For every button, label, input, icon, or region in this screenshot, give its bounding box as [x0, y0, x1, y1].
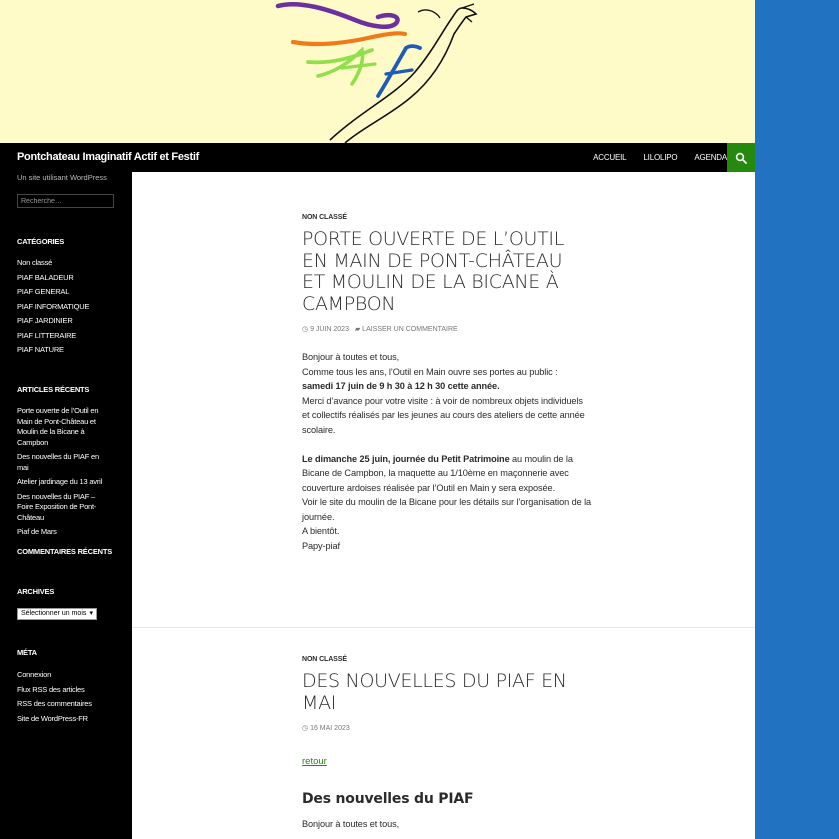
back-link[interactable]: retour — [302, 756, 327, 767]
post-paragraph: Bonjour à toutes et tous, — [302, 819, 400, 829]
recent-post-link[interactable]: Des nouvelles du PIAF en mai — [17, 452, 109, 473]
category-link[interactable]: PIAF NATURE — [17, 345, 117, 356]
recent-comments-widget-title: Commentaires récents — [17, 547, 113, 556]
recent-posts-list: Porte ouverte de l’Outil en Main de Pont… — [17, 406, 109, 542]
nav-accueil[interactable]: Accueil — [593, 153, 626, 162]
clock-icon: ◷ — [302, 725, 309, 732]
top-navigation-bar: Pontchateau Imaginatif Actif et Festif A… — [0, 143, 755, 172]
category-link[interactable]: PIAF BALADEUR — [17, 273, 117, 284]
search-icon — [735, 152, 747, 164]
recent-post-link[interactable]: Porte ouverte de l’Outil en Main de Pont… — [17, 406, 109, 448]
post-category-link[interactable]: Non classé — [302, 214, 592, 221]
category-link[interactable]: PIAF GENERAL — [17, 287, 117, 298]
post-signature: Papy-piaf — [302, 540, 340, 551]
post-article: Non classé Porte ouverte de l’Outil en M… — [302, 214, 592, 553]
post-subheading: Des nouvelles du PIAF — [302, 791, 474, 807]
meta-link[interactable]: RSS des commentaires — [17, 699, 117, 710]
clock-icon: ◷ — [302, 326, 309, 333]
post-date-link[interactable]: 9 juin 2023 — [310, 326, 349, 333]
main-menu: Accueil Lilolipo Agenda — [576, 143, 727, 172]
header-banner[interactable] — [0, 0, 755, 143]
site-container: Pontchateau Imaginatif Actif et Festif A… — [0, 0, 755, 839]
meta-link[interactable]: Flux RSS des articles — [17, 685, 117, 696]
category-link[interactable]: PIAF LITTERAIRE — [17, 331, 117, 342]
post-meta: ◷ 9 juin 2023 ▰ Laisser un commentaire — [302, 325, 592, 333]
post-category-link[interactable]: Non classé — [302, 656, 592, 663]
post-paragraph: Comme tous les ans, l’Outil en Main ouvr… — [302, 366, 558, 377]
categories-list: Non classé PIAF BALADEUR PIAF GENERAL PI… — [17, 258, 117, 360]
post-date-link[interactable]: 16 mai 2023 — [310, 725, 350, 732]
recent-post-link[interactable]: Atelier jardinage du 13 avril — [17, 477, 109, 488]
post-divider — [132, 627, 755, 628]
post-meta: ◷ 16 mai 2023 — [302, 724, 592, 732]
nav-agenda[interactable]: Agenda — [694, 153, 727, 162]
post-paragraph-bold: samedi 17 juin de 9 h 30 à 12 h 30 cette… — [302, 381, 500, 391]
leave-comment-link[interactable]: Laisser un commentaire — [362, 326, 458, 333]
recent-post-link[interactable]: Piaf de Mars — [17, 527, 109, 538]
post-paragraph: Bonjour à toutes et tous, — [302, 352, 400, 362]
category-link[interactable]: Non classé — [17, 258, 117, 269]
meta-link[interactable]: Connexion — [17, 670, 117, 681]
post-paragraph: Le dimanche 25 juin, journée du Petit Pa… — [302, 452, 592, 496]
back-link-wrapper: retour — [302, 751, 592, 769]
post-paragraph: Voir le site du moulin de la Bicane pour… — [302, 497, 592, 522]
categories-widget-title: Catégories — [17, 237, 65, 246]
meta-link[interactable]: Site de WordPress-FR — [17, 714, 117, 725]
post-paragraph: Merci d’avance pour votre visite : à voi… — [302, 395, 585, 435]
bold-text: Le dimanche 25 juin, journée du Petit Pa… — [302, 453, 510, 464]
post-content: Bonjour à toutes et tous, Comme tous les… — [302, 350, 592, 553]
comment-icon: ▰ — [354, 326, 361, 333]
recent-post-link[interactable]: Des nouvelles du PIAF – Foire Exposition… — [17, 492, 109, 524]
site-tagline: Un site utilisant WordPress — [17, 173, 107, 182]
post-title[interactable]: Des nouvelles du PIAF en mai — [302, 670, 582, 714]
archives-widget-title: Archives — [17, 587, 55, 596]
recent-posts-widget-title: Articles récents — [17, 385, 90, 394]
archives-month-select[interactable]: Sélectionner un mois ▾ — [17, 608, 97, 620]
post-paragraph: A bientôt. — [302, 526, 340, 536]
chevron-down-icon: ▾ — [89, 610, 93, 617]
post-article: Non classé Des nouvelles du PIAF en mai … — [302, 656, 592, 832]
nav-lilolipo[interactable]: Lilolipo — [643, 153, 677, 162]
post-title[interactable]: Porte ouverte de l’Outil en Main de Pont… — [302, 228, 582, 315]
sidebar-search-input[interactable] — [17, 194, 114, 208]
category-link[interactable]: PIAF JARDINIER — [17, 316, 117, 327]
piaf-logo-image — [275, 1, 478, 143]
meta-widget-title: Méta — [17, 648, 37, 657]
search-toggle-button[interactable] — [727, 143, 755, 172]
site-title[interactable]: Pontchateau Imaginatif Actif et Festif — [17, 151, 199, 163]
meta-list: Connexion Flux RSS des articles RSS des … — [17, 670, 117, 728]
category-link[interactable]: PIAF INFORMATIQUE — [17, 302, 117, 313]
archives-select-value: Sélectionner un mois — [21, 610, 87, 617]
